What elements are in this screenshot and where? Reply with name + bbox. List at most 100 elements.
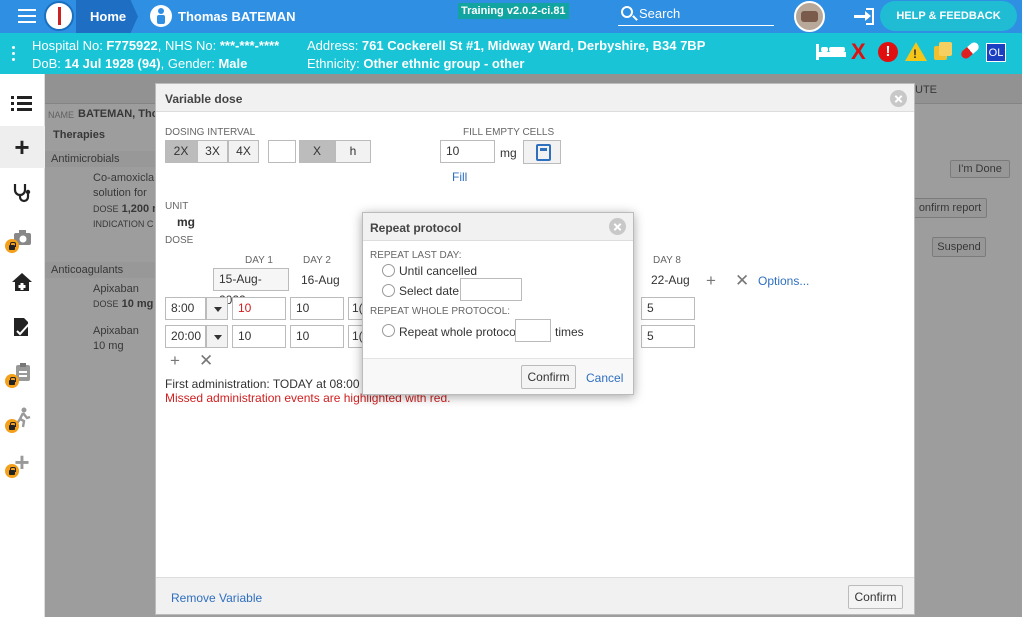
times-label: times xyxy=(555,325,584,339)
address-label: Address: xyxy=(307,38,362,53)
address-value: 761 Cockerell St #1, Midway Ward, Derbys… xyxy=(361,38,706,53)
left-sidebar: + + xyxy=(0,74,45,617)
interval-hours-button[interactable]: h xyxy=(335,140,371,163)
sidebar-item-discharge[interactable] xyxy=(0,261,45,303)
sidebar-item-notes[interactable] xyxy=(0,306,45,348)
repeat-protocol-cancel-link[interactable]: Cancel xyxy=(586,371,623,385)
help-feedback-button[interactable]: HELP & FEEDBACK xyxy=(880,1,1017,31)
dose-cell-row1-day2[interactable]: 10 xyxy=(290,297,344,320)
day-2-date: 16-Aug xyxy=(301,273,340,287)
sidebar-item-add-more[interactable]: + xyxy=(0,441,45,483)
dose-cell-row2-day2[interactable]: 10 xyxy=(290,325,344,348)
ol-badge[interactable]: OL xyxy=(986,43,1006,62)
variable-dose-confirm-button[interactable]: Confirm xyxy=(848,585,903,609)
repeat-times-input[interactable] xyxy=(515,319,551,342)
search-icon[interactable] xyxy=(621,6,633,18)
hospital-line: Hospital No: F775922, NHS No: ***-***-**… xyxy=(32,38,279,53)
home-plus-icon xyxy=(11,271,33,293)
person-icon xyxy=(150,5,172,27)
home-label[interactable]: Home xyxy=(90,9,126,24)
hospital-label: Hospital No: xyxy=(32,38,107,53)
calculator-icon[interactable] xyxy=(523,140,561,164)
fill-value-input[interactable]: 10 xyxy=(440,140,495,163)
stethoscope-icon xyxy=(11,181,33,203)
interval-2x-button[interactable]: 2X xyxy=(165,140,197,163)
day-1-date[interactable]: 15-Aug-2022 xyxy=(213,268,289,307)
allergy-x-icon[interactable]: X xyxy=(851,41,866,63)
dose-cell-row1-day1[interactable]: 10 xyxy=(232,297,286,320)
sidebar-item-clinical[interactable] xyxy=(0,171,45,213)
app-logo-icon xyxy=(44,1,74,31)
repeat-protocol-header: Repeat protocol xyxy=(363,213,633,241)
day-8-date: 22-Aug xyxy=(651,273,690,287)
repeat-whole-protocol-radio[interactable] xyxy=(382,324,395,337)
interval-x-button[interactable]: X xyxy=(299,140,335,163)
dose-cell-row2-day1[interactable]: 10 xyxy=(232,325,286,348)
fill-link[interactable]: Fill xyxy=(452,170,467,184)
repeat-whole-protocol-label: REPEAT WHOLE PROTOCOL: xyxy=(370,306,511,317)
select-date-label[interactable]: Select date: xyxy=(399,284,462,298)
gender-value: Male xyxy=(218,56,248,71)
select-date-radio[interactable] xyxy=(382,284,395,297)
dose-cell-row1-day8[interactable]: 5 xyxy=(641,297,695,320)
lock-icon xyxy=(5,239,19,253)
first-admin-label: First administration: TODAY at 08:00 - xyxy=(165,377,371,391)
patient-banner: Hospital No: F775922, NHS No: ***-***-**… xyxy=(0,33,1022,74)
document-edit-icon xyxy=(11,316,33,338)
lock-icon xyxy=(5,374,19,388)
repeat-protocol-confirm-button[interactable]: Confirm xyxy=(521,365,576,389)
until-cancelled-label[interactable]: Until cancelled xyxy=(399,264,477,278)
sidebar-item-add[interactable]: + xyxy=(0,126,45,168)
nhs-number: ***-***-**** xyxy=(219,38,280,53)
ethnicity-line: Ethnicity: Other ethnic group - other xyxy=(307,56,524,71)
fill-unit: mg xyxy=(500,146,517,160)
sidebar-item-list[interactable] xyxy=(0,82,45,124)
logout-icon[interactable] xyxy=(854,8,874,25)
sidebar-item-camera[interactable] xyxy=(0,216,45,258)
time-select-row2[interactable]: 20:00 xyxy=(165,325,206,348)
pill-icon[interactable] xyxy=(959,40,981,61)
patient-name[interactable]: Thomas BATEMAN xyxy=(178,9,295,24)
remove-day-icon[interactable]: ✕ xyxy=(735,272,749,289)
user-avatar[interactable] xyxy=(794,1,825,32)
interval-4x-button[interactable]: 4X xyxy=(228,140,259,163)
list-icon xyxy=(11,94,33,116)
dosing-interval-label: DOSING INTERVAL xyxy=(165,127,256,138)
day-2-label: DAY 2 xyxy=(303,255,331,266)
chevron-down-icon[interactable] xyxy=(206,325,228,348)
variable-dose-title: Variable dose xyxy=(165,92,243,106)
hospital-number: F775922 xyxy=(106,38,158,53)
documents-icon[interactable] xyxy=(934,42,952,60)
dose-cell-row1-day3[interactable]: 1( xyxy=(348,297,363,320)
dose-cell-row2-day3[interactable]: 1( xyxy=(348,325,363,348)
remove-time-icon[interactable]: ✕ xyxy=(199,352,213,369)
interval-3x-button[interactable]: 3X xyxy=(197,140,228,163)
unit-value: mg xyxy=(177,215,195,229)
remove-variable-link[interactable]: Remove Variable xyxy=(171,591,262,605)
custom-interval-input[interactable] xyxy=(268,140,296,163)
close-icon[interactable] xyxy=(890,90,907,107)
until-cancelled-radio[interactable] xyxy=(382,264,395,277)
add-time-icon[interactable]: + xyxy=(170,352,180,369)
dob-label: DoB: xyxy=(32,56,65,71)
repeat-whole-protocol-text[interactable]: Repeat whole protocol xyxy=(399,325,518,339)
plus-icon: + xyxy=(14,132,30,162)
time-select-row1[interactable]: 8:00 xyxy=(165,297,206,320)
variable-dose-footer: Remove Variable Confirm xyxy=(156,577,914,614)
alert-icon[interactable]: ! xyxy=(878,42,898,62)
warning-icon[interactable]: ! xyxy=(905,42,927,61)
fill-empty-label: FILL EMPTY CELLS xyxy=(463,127,555,138)
options-link[interactable]: Options... xyxy=(758,274,809,288)
sidebar-item-mobility[interactable] xyxy=(0,396,45,438)
select-date-input[interactable] xyxy=(460,278,522,301)
bed-icon[interactable] xyxy=(816,44,846,60)
add-day-icon[interactable]: + xyxy=(706,272,716,289)
search-underline xyxy=(618,25,774,26)
search-input[interactable]: Search xyxy=(639,6,680,21)
chevron-down-icon[interactable] xyxy=(206,297,228,320)
hamburger-menu-icon[interactable] xyxy=(18,9,36,23)
sidebar-item-tasks[interactable] xyxy=(0,351,45,393)
more-options-icon[interactable] xyxy=(12,46,16,64)
close-icon[interactable] xyxy=(609,218,626,235)
dose-cell-row2-day8[interactable]: 5 xyxy=(641,325,695,348)
